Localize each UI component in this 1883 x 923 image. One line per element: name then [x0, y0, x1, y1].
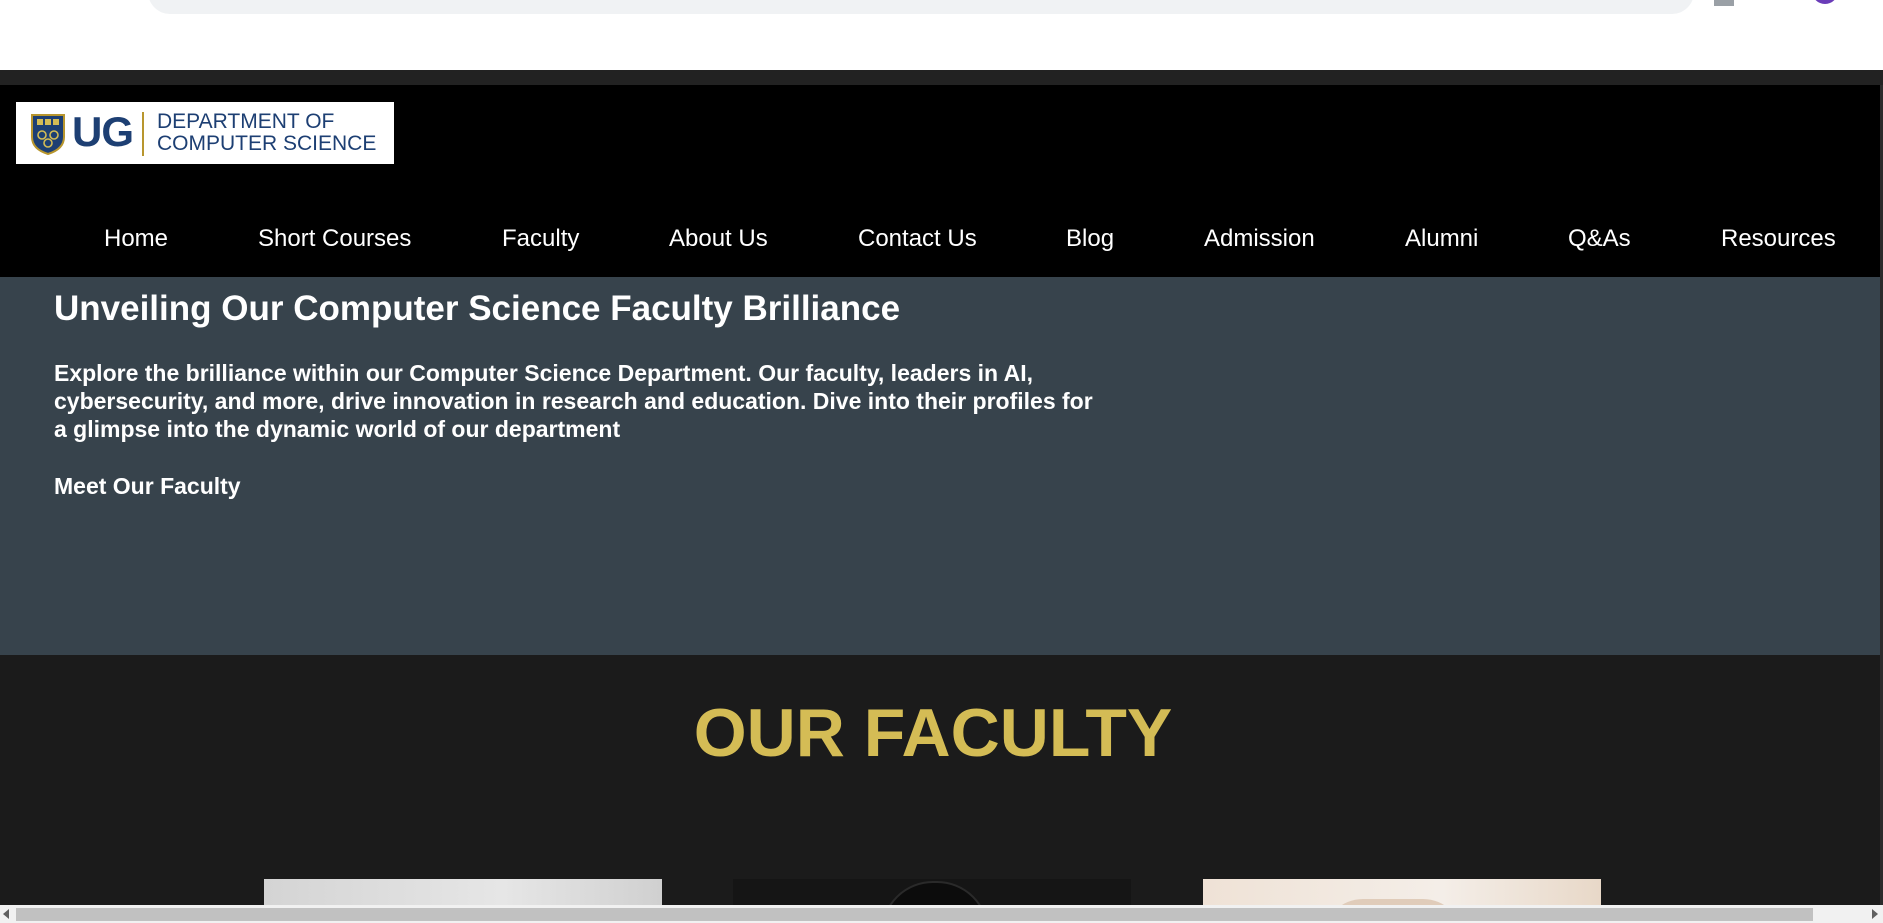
logo-line-1: DEPARTMENT OF: [157, 110, 335, 133]
logo-ug-text: UG: [72, 108, 134, 155]
nav-qas[interactable]: Q&As: [1568, 219, 1631, 259]
scroll-left-arrow-icon[interactable]: [3, 909, 9, 919]
hero-title: Unveiling Our Computer Science Faculty B…: [54, 289, 901, 328]
browser-chrome: [0, 0, 1883, 70]
hero-description: Explore the brilliance within our Comput…: [54, 360, 1093, 442]
logo-separator: [142, 112, 144, 156]
nav-faculty[interactable]: Faculty: [502, 219, 579, 259]
faculty-portrait-silhouette: [881, 881, 989, 905]
site-header: UG DEPARTMENT OF COMPUTER SCIENCE Home S…: [0, 85, 1880, 277]
horizontal-scroll-thumb[interactable]: [16, 908, 1813, 921]
nav-home[interactable]: Home: [104, 219, 168, 259]
logo-line-2: COMPUTER SCIENCE: [157, 132, 377, 155]
browser-divider: [0, 70, 1883, 85]
faculty-section: OUR FACULTY: [0, 655, 1880, 905]
nav-admission[interactable]: Admission: [1204, 219, 1315, 259]
logo-department-text: DEPARTMENT OF COMPUTER SCIENCE: [157, 111, 387, 155]
website: UG DEPARTMENT OF COMPUTER SCIENCE Home S…: [0, 85, 1880, 905]
address-bar[interactable]: [148, 0, 1694, 14]
main-navigation: Home Short Courses Faculty About Us Cont…: [0, 219, 1880, 259]
department-logo[interactable]: UG DEPARTMENT OF COMPUTER SCIENCE: [16, 102, 394, 164]
nav-resources[interactable]: Resources: [1721, 219, 1836, 259]
university-crest-icon: [31, 114, 65, 155]
horizontal-scrollbar[interactable]: [0, 905, 1883, 923]
extensions-icon[interactable]: [1714, 0, 1734, 6]
faculty-card-photo[interactable]: [264, 879, 662, 905]
scroll-right-arrow-icon[interactable]: [1872, 909, 1878, 919]
nav-blog[interactable]: Blog: [1066, 219, 1114, 259]
meet-our-faculty-link[interactable]: Meet Our Faculty: [54, 472, 241, 500]
faculty-card-photo[interactable]: [733, 879, 1131, 905]
nav-alumni[interactable]: Alumni: [1405, 219, 1478, 259]
hero-section: Unveiling Our Computer Science Faculty B…: [0, 277, 1880, 655]
faculty-card-photo[interactable]: [1203, 879, 1601, 905]
profile-avatar[interactable]: [1812, 0, 1838, 4]
faculty-title: OUR FACULTY: [693, 695, 1173, 771]
nav-about-us[interactable]: About Us: [669, 219, 768, 259]
nav-contact-us[interactable]: Contact Us: [858, 219, 977, 259]
nav-short-courses[interactable]: Short Courses: [258, 219, 411, 259]
